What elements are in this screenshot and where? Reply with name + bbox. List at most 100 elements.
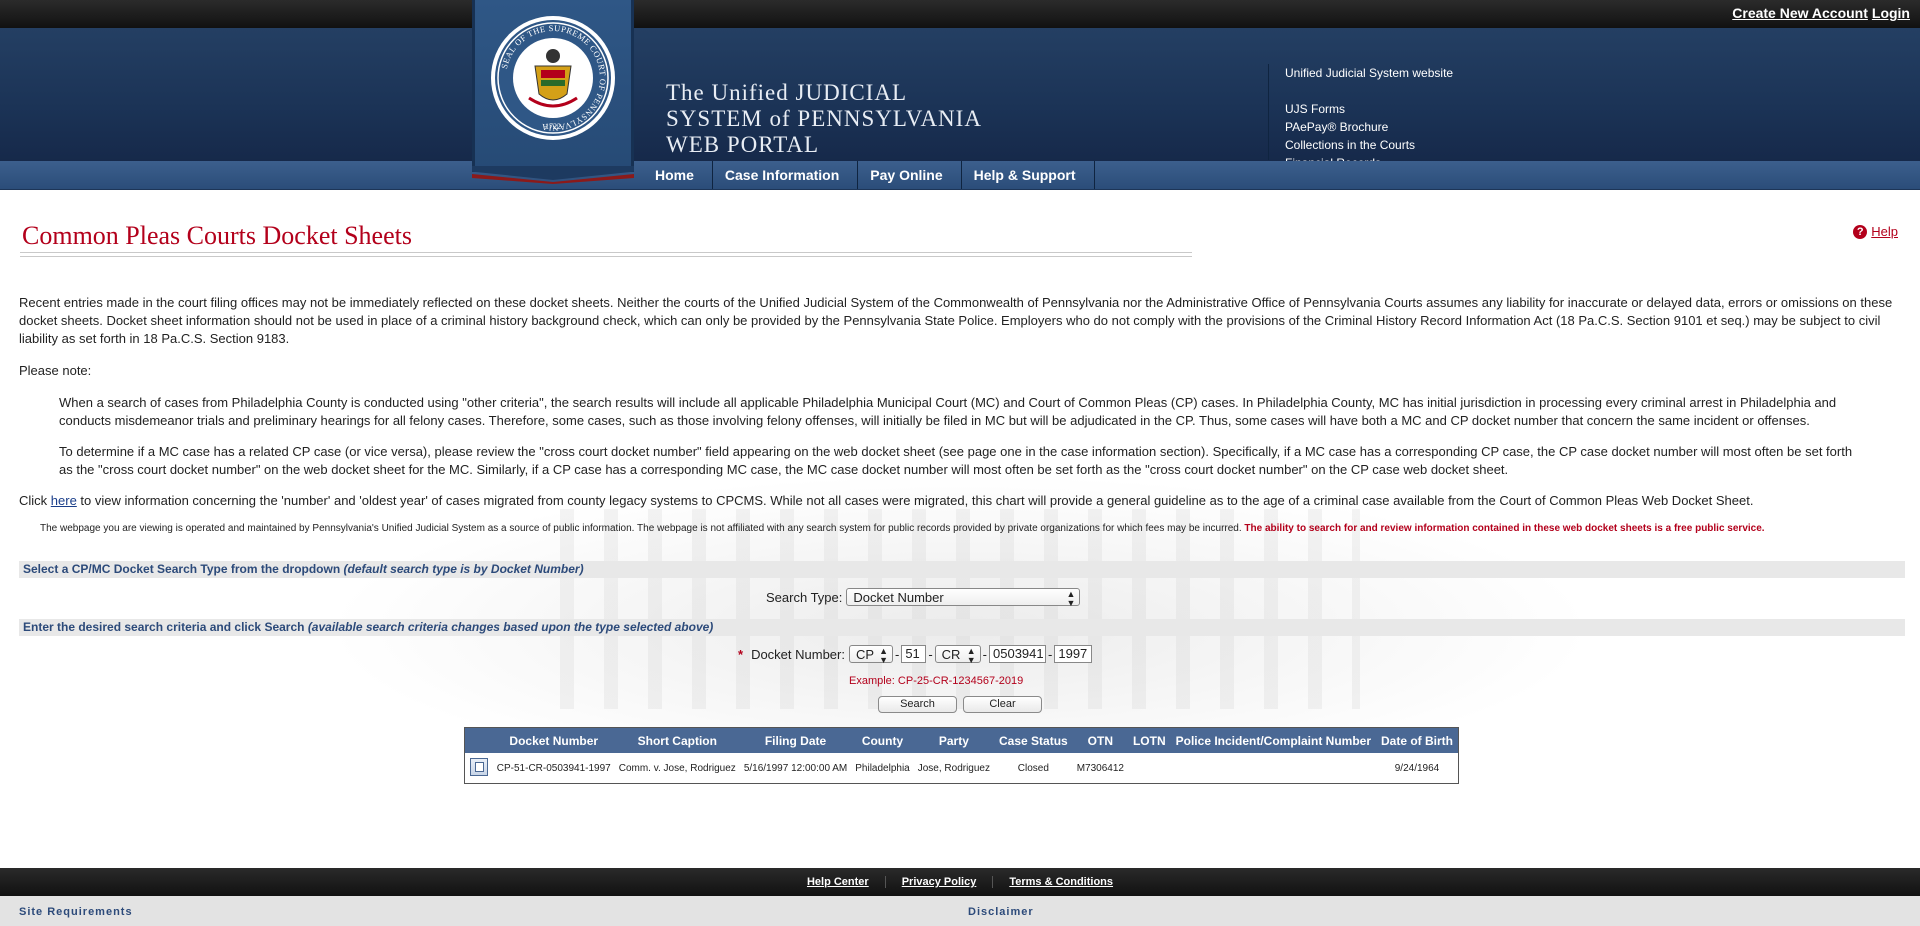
philadelphia-note: When a search of cases from Philadelphia… — [59, 395, 1837, 428]
criteria-section-header: Enter the desired search criteria and cl… — [19, 619, 1905, 636]
col-county[interactable]: County — [851, 728, 914, 753]
section1-bold: Select a CP/MC Docket Search Type from t… — [23, 562, 344, 576]
col-docket-number[interactable]: Docket Number — [492, 728, 615, 753]
nav-case-information[interactable]: Case Information — [713, 161, 859, 189]
help-center-link[interactable]: Help Center — [791, 876, 886, 888]
top-bar: Create New Account Login — [0, 0, 1920, 28]
cell-party: Jose, Rodriguez — [917, 762, 990, 774]
cell-otn: M7306412 — [1076, 762, 1124, 774]
select-arrows-icon: ▲ ▼ — [966, 646, 976, 665]
portal-title: The Unified JUDICIAL SYSTEM of PENNSYLVA… — [666, 80, 982, 158]
search-type-select[interactable]: Docket Number ▲ ▼ — [846, 588, 1081, 608]
docket-type-select[interactable]: CR ▲ ▼ — [934, 645, 981, 665]
cell-case-status: Closed — [1017, 762, 1049, 774]
portal-title-line-3: WEB PORTAL — [666, 132, 820, 157]
liability-disclaimer: Recent entries made in the court filing … — [19, 295, 1893, 346]
section2-italic: (available search criteria changes based… — [307, 620, 714, 634]
dash: - — [894, 646, 900, 662]
col-short-caption[interactable]: Short Caption — [614, 728, 740, 753]
login-link[interactable]: Login — [1872, 5, 1910, 21]
privacy-policy-link[interactable]: Privacy Policy — [886, 876, 994, 888]
results-header-row: Docket Number Short Caption Filing Date … — [465, 728, 1458, 753]
col-case-status[interactable]: Case Status — [994, 728, 1073, 753]
portal-title-line-2: SYSTEM of PENNSYLVANIA — [666, 106, 982, 131]
cell-lotn — [1128, 753, 1171, 783]
docket-number-row: * Docket Number: CP ▲ ▼ - 51 - CR ▲ ▼ - 0503… — [738, 645, 1093, 665]
docket-court-select[interactable]: CP ▲ ▼ — [848, 645, 893, 665]
main-content: Common Pleas Courts Docket Sheets ? Help … — [0, 189, 1920, 869]
free-service-notice: The ability to search for and review inf… — [1244, 523, 1765, 534]
docket-county-input[interactable]: 51 — [901, 645, 927, 663]
search-type-section-header: Select a CP/MC Docket Search Type from t… — [19, 561, 1905, 578]
results-table: Docket Number Short Caption Filing Date … — [464, 727, 1459, 784]
section2-bold: Enter the desired search criteria and cl… — [23, 620, 308, 634]
page-title: Common Pleas Courts Docket Sheets — [22, 221, 412, 250]
help-label: Help — [1871, 224, 1898, 239]
auth-links: Create New Account Login — [1728, 5, 1910, 21]
header-links: Unified Judicial System website UJS Form… — [1268, 64, 1453, 170]
create-account-link[interactable]: Create New Account — [1732, 5, 1868, 21]
select-arrows-icon: ▲ ▼ — [879, 646, 888, 665]
collections-link[interactable]: Collections in the Courts — [1285, 136, 1453, 154]
docket-type-value: CR — [941, 647, 961, 662]
cell-date-of-birth: 9/24/1964 — [1394, 762, 1440, 774]
docket-example: Example: CP-25-CR-1234567-2019 — [849, 675, 1024, 687]
ujs-website-link[interactable]: Unified Judicial System website — [1285, 64, 1453, 82]
cell-police-incident — [1171, 753, 1376, 783]
help-link[interactable]: ? Help — [1853, 224, 1898, 239]
ujs-forms-link[interactable]: UJS Forms — [1285, 100, 1453, 118]
col-lotn[interactable]: LOTN — [1127, 728, 1171, 753]
paepay-brochure-link[interactable]: PAePay® Brochure — [1285, 118, 1453, 136]
please-note-label: Please note: — [19, 363, 92, 378]
operated-notice: The webpage you are viewing is operated … — [19, 522, 1899, 536]
search-type-row: Search Type: Docket Number ▲ ▼ — [766, 588, 1081, 608]
col-otn[interactable]: OTN — [1072, 728, 1128, 753]
terms-conditions-link[interactable]: Terms & Conditions — [993, 876, 1129, 888]
search-type-label: Search Type: — [766, 589, 843, 605]
section1-italic: (default search type is by Docket Number… — [343, 562, 584, 576]
search-type-value: Docket Number — [853, 590, 944, 605]
col-icon — [465, 728, 493, 753]
footer-info: Site Requirements Disclaimer — [0, 896, 1920, 926]
docket-year-input[interactable]: 1997 — [1054, 645, 1093, 663]
dash: - — [982, 646, 988, 662]
clear-button[interactable]: Clear — [963, 696, 1042, 713]
portal-title-line-1: The Unified JUDICIAL — [666, 80, 908, 105]
col-party[interactable]: Party — [913, 728, 994, 753]
migration-info: Click here to view information concernin… — [19, 492, 1899, 510]
help-question-icon: ? — [1853, 224, 1868, 239]
click-prefix: Click — [19, 493, 51, 508]
cell-county: Philadelphia — [855, 762, 910, 774]
search-button[interactable]: Search — [878, 696, 957, 713]
nav-help-support[interactable]: Help & Support — [962, 161, 1095, 189]
col-date-of-birth[interactable]: Date of Birth — [1376, 728, 1458, 753]
operated-text: The webpage you are viewing is operated … — [40, 523, 1245, 534]
court-seal-logo[interactable]: SEAL OF THE SUPREME COURT OF PENNSYLVANI… — [489, 14, 617, 145]
disclaimer-heading: Disclaimer — [968, 906, 1034, 918]
col-police-incident[interactable]: Police Incident/Complaint Number — [1170, 728, 1376, 753]
col-filing-date[interactable]: Filing Date — [739, 728, 852, 753]
cell-filing-date: 5/16/1997 12:00:00 AM — [743, 762, 848, 774]
nav-pay-online[interactable]: Pay Online — [858, 161, 962, 189]
dash: - — [1048, 646, 1053, 662]
main-navigation: Home Case Information Pay Online Help & … — [0, 161, 1920, 190]
table-row: CP-51-CR-0503941-1997 Comm. v. Jose, Rod… — [465, 753, 1458, 783]
cell-short-caption: Comm. v. Jose, Rodriguez — [618, 762, 736, 774]
docket-number-label: Docket Number: — [751, 646, 845, 662]
court-seal-panel: SEAL OF THE SUPREME COURT OF PENNSYLVANI… — [472, 0, 634, 184]
nav-home[interactable]: Home — [643, 161, 713, 189]
intro-text: Recent entries made in the court filing … — [19, 294, 1899, 552]
footer-links-bar: Help Center Privacy Policy Terms & Condi… — [0, 868, 1920, 896]
migration-here-link[interactable]: here — [51, 493, 77, 508]
cross-court-note: To determine if a MC case has a related … — [59, 444, 1853, 477]
site-requirements-heading: Site Requirements — [19, 906, 133, 918]
seal-year: 1722 — [545, 122, 561, 131]
title-divider — [20, 252, 1192, 257]
docket-sequence-input[interactable]: 0503941 — [989, 645, 1047, 663]
docket-court-value: CP — [855, 647, 875, 662]
dash: - — [928, 646, 933, 662]
docket-sheet-icon[interactable] — [469, 757, 488, 776]
cell-docket-number: CP-51-CR-0503941-1997 — [496, 762, 611, 774]
header-banner: The Unified JUDICIAL SYSTEM of PENNSYLVA… — [0, 28, 1920, 170]
required-marker: * — [738, 646, 744, 662]
